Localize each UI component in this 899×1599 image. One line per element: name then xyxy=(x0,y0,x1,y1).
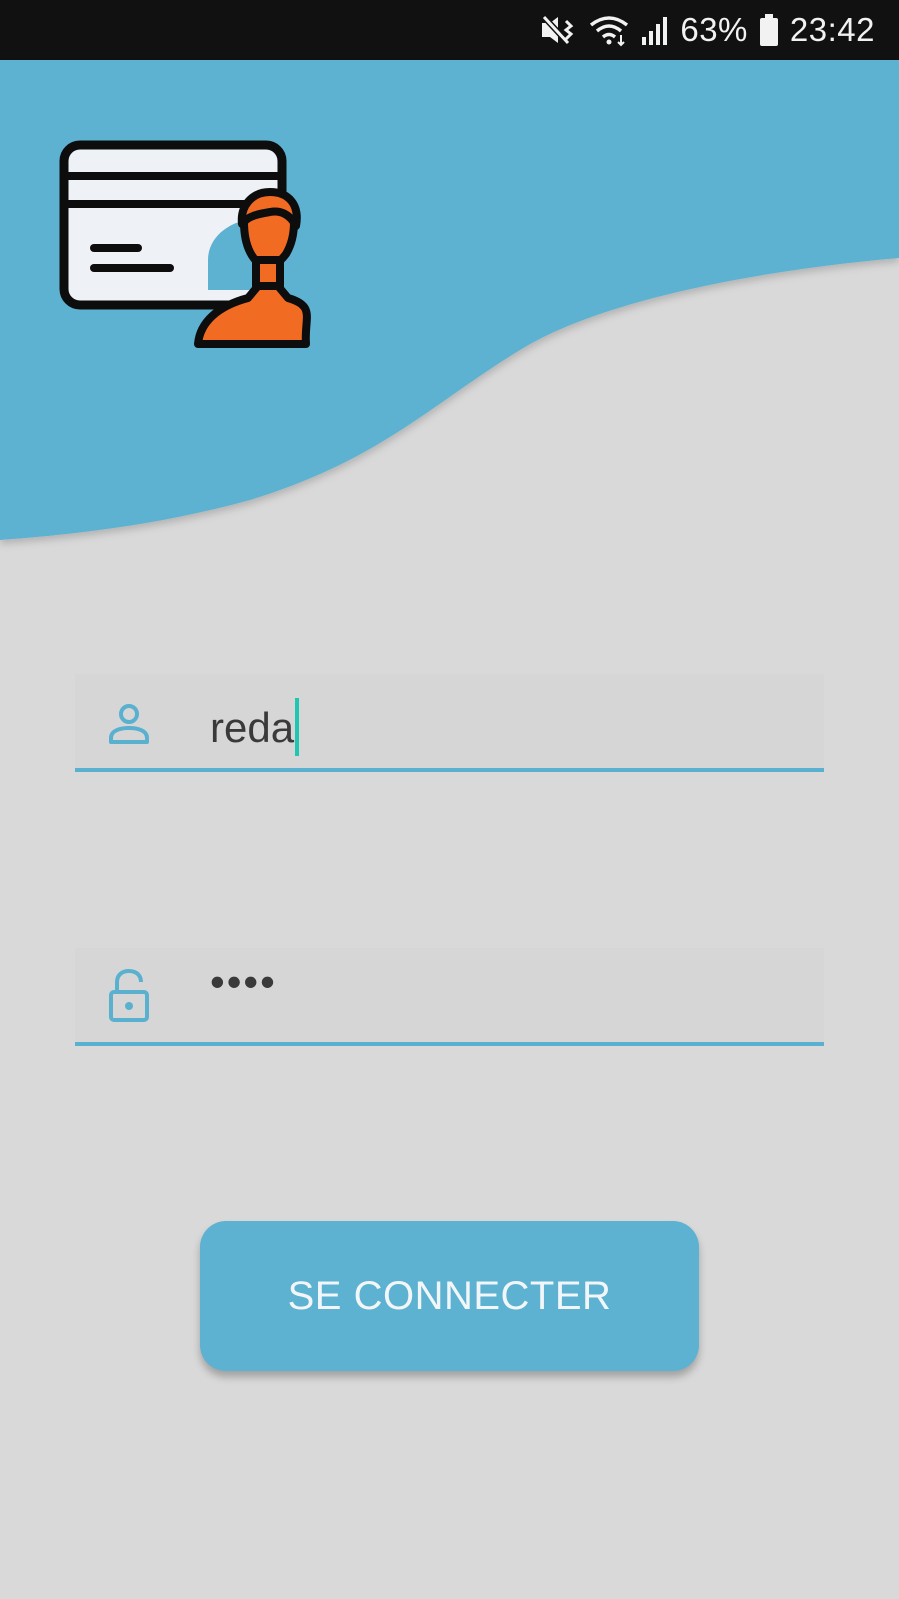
login-button[interactable]: SE CONNECTER xyxy=(200,1221,699,1371)
username-value: reda xyxy=(210,704,295,751)
username-field[interactable]: reda xyxy=(75,674,824,772)
signal-icon xyxy=(640,13,670,47)
wifi-icon xyxy=(588,13,630,47)
text-cursor xyxy=(295,698,300,756)
password-input[interactable]: •••• xyxy=(210,958,277,1006)
person-icon xyxy=(105,700,153,748)
battery-percent: 63% xyxy=(680,11,748,48)
login-screen: 63% 23:42 reda •••• SE CONNECTER xyxy=(0,0,899,1599)
lock-icon xyxy=(105,968,153,1022)
password-field[interactable]: •••• xyxy=(75,948,824,1046)
username-input[interactable]: reda xyxy=(210,698,300,756)
vibrate-mute-icon xyxy=(538,13,578,47)
status-bar: 63% 23:42 xyxy=(0,0,899,60)
clock: 23:42 xyxy=(789,11,875,48)
battery-icon xyxy=(758,13,780,47)
id-card-user-icon xyxy=(59,140,311,348)
